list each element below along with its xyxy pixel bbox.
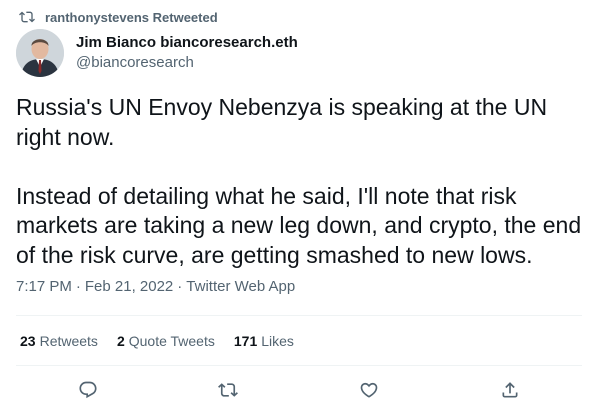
retweets-count: 23	[20, 333, 36, 349]
share-icon	[502, 382, 518, 398]
tweet-actions	[0, 378, 598, 402]
tweet-date[interactable]: Feb 21, 2022	[85, 278, 173, 295]
tweet-source[interactable]: Twitter Web App	[186, 278, 295, 295]
meta-separator: ·	[75, 278, 81, 295]
reply-button[interactable]	[76, 378, 100, 402]
author-display-name[interactable]: Jim Bianco biancoresearch.eth	[76, 33, 298, 52]
quote-tweets-stat[interactable]: 2 Quote Tweets	[117, 333, 215, 349]
reply-icon	[79, 381, 97, 399]
likes-count: 171	[233, 333, 258, 349]
avatar-photo	[16, 29, 64, 77]
retweets-label: Retweets	[39, 333, 98, 349]
like-button[interactable]	[357, 378, 381, 402]
quote-tweets-count: 2	[116, 333, 125, 349]
author-handle[interactable]: @biancoresearch	[76, 53, 298, 73]
tweet-paragraph: Instead of detailing what he said, I'll …	[16, 182, 582, 268]
divider	[16, 315, 582, 316]
retweet-icon	[19, 11, 35, 23]
retweet-icon	[218, 383, 238, 397]
retweets-stat[interactable]: 23 Retweets	[20, 333, 98, 349]
avatar[interactable]	[16, 29, 64, 77]
author-names: Jim Bianco biancoresearch.eth @biancores…	[76, 33, 298, 73]
heart-icon	[360, 382, 378, 398]
retweet-button[interactable]	[216, 378, 240, 402]
tweet-stats: 23 Retweets 2 Quote Tweets 171 Likes	[20, 333, 294, 349]
quote-tweets-label: Quote Tweets	[128, 333, 215, 349]
tweet-time[interactable]: 7:17 PM	[16, 278, 72, 295]
likes-stat[interactable]: 171 Likes	[234, 333, 294, 349]
share-button[interactable]	[498, 378, 522, 402]
tweet-paragraph: Russia's UN Envoy Nebenzya is speaking a…	[16, 94, 548, 150]
tweet-text: Russia's UN Envoy Nebenzya is speaking a…	[16, 93, 586, 270]
retweet-context-label: ranthonystevens Retweeted	[45, 9, 218, 25]
meta-separator: ·	[177, 278, 183, 295]
retweet-context[interactable]: ranthonystevens Retweeted	[19, 9, 218, 25]
tweet-meta: 7:17 PM · Feb 21, 2022 · Twitter Web App	[16, 278, 295, 295]
divider	[16, 365, 582, 366]
likes-label: Likes	[261, 333, 294, 349]
